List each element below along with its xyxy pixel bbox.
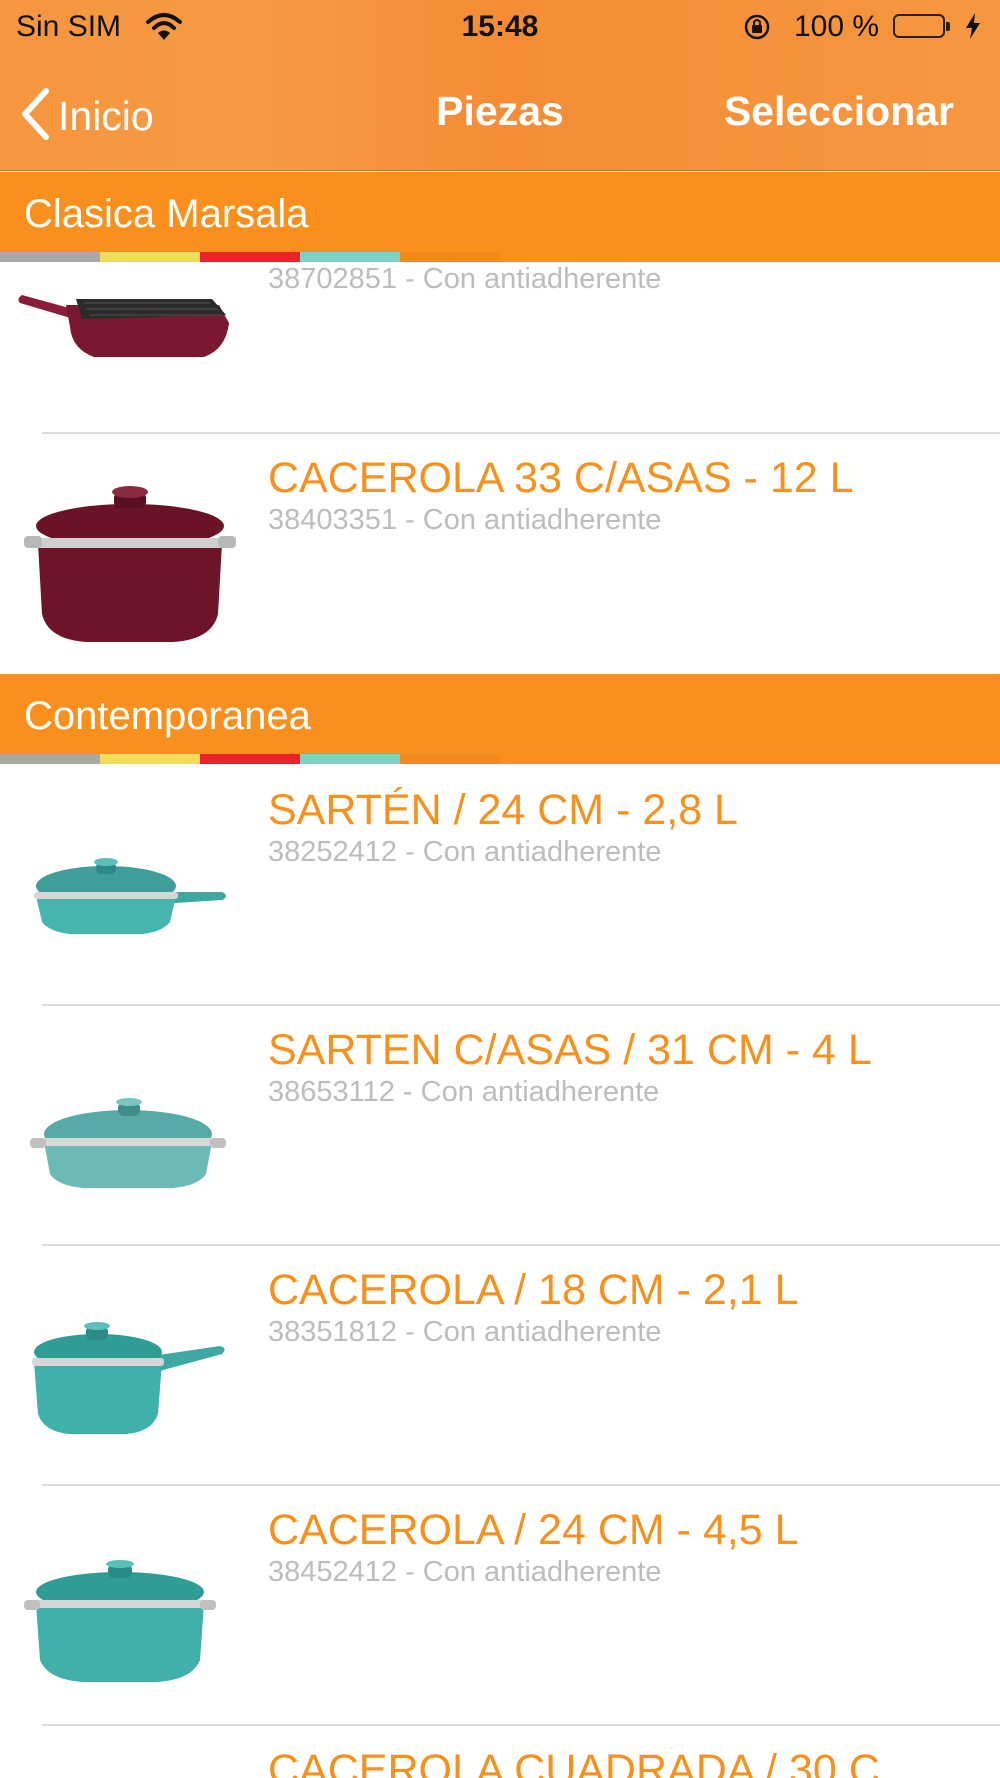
color-stripes <box>0 252 500 262</box>
color-stripes <box>0 754 500 764</box>
select-button[interactable]: Seleccionar <box>724 88 954 135</box>
section-title: Contemporanea <box>24 694 311 738</box>
product-name: SARTEN C/ASAS / 31 CM - 4 L <box>268 1026 872 1074</box>
section-header-clasica-marsala: Clasica Marsala <box>0 172 1000 262</box>
section-title: Clasica Marsala <box>24 192 309 236</box>
status-bar: Sin SIM 15:48 100 % <box>0 0 1000 56</box>
section-header-contemporanea: Contemporanea <box>0 674 1000 764</box>
list-item[interactable]: SARTEN C/ASAS / 31 CM - 4 L 38653112 - C… <box>0 1006 1000 1246</box>
back-button-label: Inicio <box>58 92 154 139</box>
chevron-left-icon <box>20 87 50 145</box>
product-name: SARTÉN / 24 CM - 2,8 L <box>268 786 738 834</box>
braiser-teal-icon <box>30 1098 226 1188</box>
product-name: CACEROLA 33 C/ASAS - 12 L <box>268 454 854 502</box>
product-name: CACEROLA CUADRADA / 30 C <box>268 1746 880 1778</box>
separator <box>42 1724 1000 1726</box>
product-code: 38252412 - Con antiadherente <box>268 836 662 868</box>
battery-icon <box>893 14 950 38</box>
product-code: 38702851 - Con antiadherente <box>268 263 662 295</box>
navigation-bar: Inicio Piezas Seleccionar <box>0 60 1000 170</box>
list-item[interactable]: SARTÉN / 24 CM - 2,8 L 38252412 - Con an… <box>0 766 1000 1006</box>
casserole-teal-icon <box>24 1560 216 1682</box>
charging-icon <box>964 11 982 46</box>
list-item[interactable]: CACEROLA 33 C/ASAS - 12 L 38403351 - Con… <box>0 434 1000 674</box>
product-code: 38403351 - Con antiadherente <box>268 504 662 536</box>
product-name: CACEROLA / 18 CM - 2,1 L <box>268 1266 799 1314</box>
grill-pan-marsala-icon <box>18 295 229 357</box>
top-bar: Sin SIM 15:48 100 % Inicio Piezas Selecc… <box>0 0 1000 171</box>
back-button[interactable]: Inicio <box>20 86 154 146</box>
product-code: 38351812 - Con antiadherente <box>268 1316 662 1348</box>
list-item[interactable]: CACEROLA CUADRADA / 30 C <box>0 1730 1000 1778</box>
stockpot-marsala-icon <box>24 486 236 642</box>
list-item[interactable]: CACEROLA / 18 CM - 2,1 L 38351812 - Con … <box>0 1246 1000 1486</box>
list-item[interactable]: CACEROLA / 24 CM - 4,5 L 38452412 - Con … <box>0 1486 1000 1726</box>
saucepan-teal-icon <box>32 1322 225 1434</box>
saute-pan-teal-icon <box>34 858 226 934</box>
product-code: 38653112 - Con antiadherente <box>268 1076 660 1108</box>
product-name: CACEROLA / 24 CM - 4,5 L <box>268 1506 799 1554</box>
rotation-lock-icon <box>742 12 772 47</box>
list-item[interactable]: 38702851 - Con antiadherente <box>0 263 1000 434</box>
product-code: 38452412 - Con antiadherente <box>268 1556 662 1588</box>
battery-percent: 100 % <box>794 10 880 43</box>
